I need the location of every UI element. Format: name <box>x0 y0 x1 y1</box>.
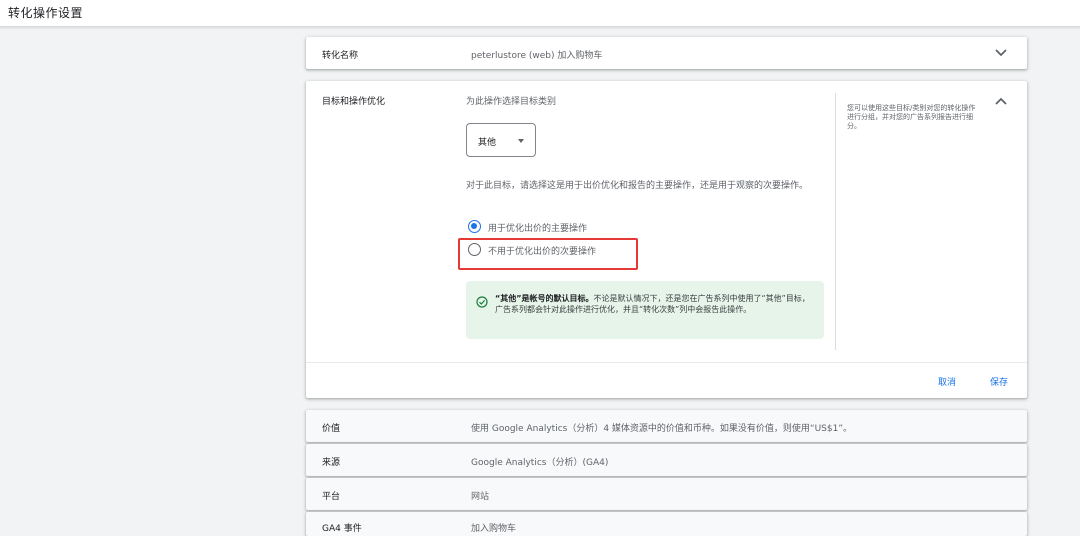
platform-label: 平台 <box>322 492 341 502</box>
radio-primary-label: 用于优化出价的主要操作 <box>488 224 588 234</box>
platform-row[interactable]: 平台 网站 <box>306 478 1027 510</box>
page-title: 转化操作设置 <box>8 6 84 20</box>
action-type-description: 对于此目标，请选择这是用于出价优化和报告的主要操作，还是用于观察的次要操作。 <box>466 181 809 191</box>
notice-text: “其他”是帐号的默认目标。不论是默认情况下，还是您在广告系列中使用了“其他”目标… <box>495 293 813 315</box>
horizontal-divider <box>306 362 1027 363</box>
top-bar: 转化操作设置 <box>0 0 1080 27</box>
ga4-event-value: 加入购物车 <box>471 524 517 534</box>
notice-bold-text: “其他”是帐号的默认目标。 <box>495 294 594 303</box>
dropdown-caret-icon <box>518 139 524 143</box>
goal-category-value: 其他 <box>478 138 497 148</box>
conversion-name-label: 转化名称 <box>322 51 359 61</box>
highlight-annotation-box <box>458 238 638 270</box>
value-label: 价值 <box>322 424 341 434</box>
check-circle-icon <box>476 293 488 312</box>
source-row[interactable]: 来源 Google Analytics（分析）(GA4) <box>306 444 1027 476</box>
goal-category-select[interactable]: 其他 <box>466 123 536 157</box>
cancel-button[interactable]: 取消 <box>934 371 960 392</box>
goal-prompt: 为此操作选择目标类别 <box>466 97 557 107</box>
ga4-event-row[interactable]: GA4 事件 加入购物车 <box>306 512 1027 536</box>
ga4-event-label: GA4 事件 <box>322 524 362 534</box>
default-goal-notice: “其他”是帐号的默认目标。不论是默认情况下，还是您在广告系列中使用了“其他”目标… <box>466 281 824 339</box>
source-label: 来源 <box>322 458 341 468</box>
value-row[interactable]: 价值 使用 Google Analytics（分析）4 媒体资源中的价值和币种。… <box>306 410 1027 442</box>
radio-primary-action[interactable]: 用于优化出价的主要操作 <box>466 219 666 235</box>
conversion-name-row[interactable]: 转化名称 peterlustore (web) 加入购物车 <box>306 37 1027 69</box>
goal-optimization-panel: 目标和操作优化 为此操作选择目标类别 其他 对于此目标，请选择这是用于出价优化和… <box>306 81 1027 398</box>
save-button[interactable]: 保存 <box>986 371 1012 392</box>
chevron-up-icon[interactable] <box>993 93 1009 109</box>
vertical-divider <box>835 93 836 350</box>
radio-button-checked[interactable] <box>468 220 481 233</box>
value-value: 使用 Google Analytics（分析）4 媒体资源中的价值和币种。如果没… <box>471 424 852 434</box>
source-value: Google Analytics（分析）(GA4) <box>471 458 609 468</box>
side-help-text: 您可以使用这些目标/类别对您的转化操作进行分组，并对您的广告系列报告进行细分。 <box>847 104 976 130</box>
chevron-down-icon[interactable] <box>993 45 1009 61</box>
conversion-name-value: peterlustore (web) 加入购物车 <box>471 51 603 61</box>
goal-section-label: 目标和操作优化 <box>322 97 386 107</box>
platform-value: 网站 <box>471 492 490 502</box>
